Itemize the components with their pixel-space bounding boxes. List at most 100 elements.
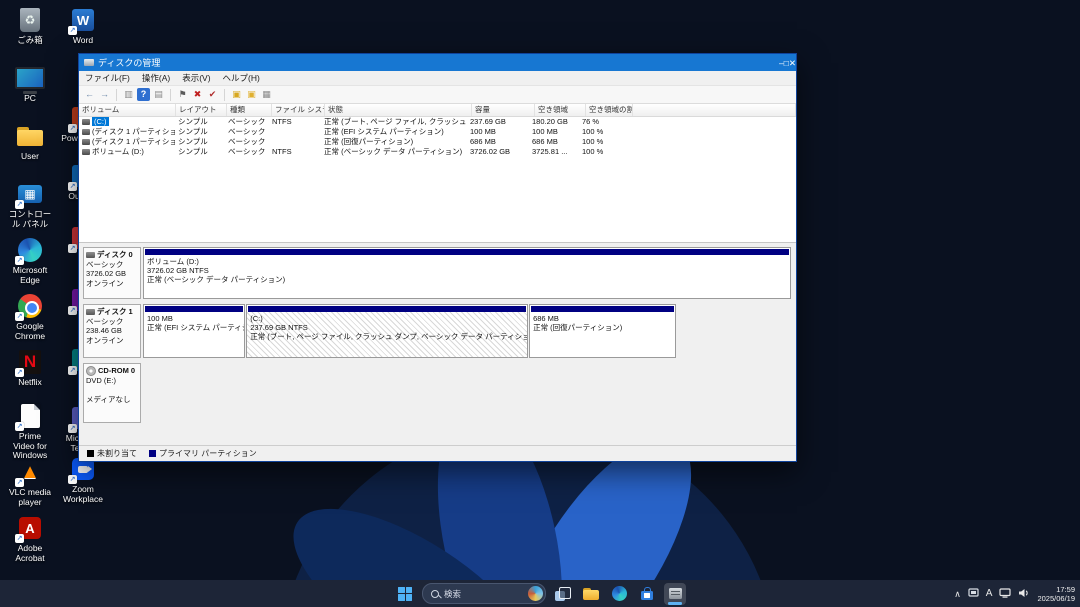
volume-row[interactable]: ボリューム (D:)シンプルベーシックNTFS正常 (ベーシック データ パーテ… — [79, 147, 796, 157]
properties-check-icon[interactable]: ✔ — [206, 88, 219, 101]
desktop-icon-label: PC — [7, 94, 53, 104]
edge-taskbar-button[interactable] — [608, 583, 630, 605]
partition-block[interactable]: 100 MB正常 (EFI システム パーティション) — [143, 304, 245, 358]
open-folder-icon[interactable]: ▣ — [245, 88, 258, 101]
legend-color-swatch — [149, 450, 156, 457]
disk-management-app-icon — [84, 59, 94, 66]
desktop-icon-vlc-media-player[interactable]: ▲↗VLC media player — [7, 458, 53, 507]
volume-name: (C:) — [92, 117, 109, 126]
file-explorer-button[interactable] — [580, 583, 602, 605]
volume-name: ボリューム (D:) — [92, 147, 144, 156]
column-header-3[interactable]: ファイル システム — [272, 104, 325, 116]
shortcut-arrow-badge: ↗ — [68, 424, 77, 433]
volume-cell: 100 % — [579, 127, 625, 137]
volume-cell: ベーシック — [225, 147, 269, 157]
folder-icon[interactable]: ▣ — [230, 88, 243, 101]
network-icon[interactable] — [999, 588, 1011, 600]
toolbar: ←→▥?▤⚑✖✔▣▣▦ — [79, 86, 796, 104]
forward-icon[interactable]: → — [98, 88, 111, 101]
clock[interactable]: 17:59 2025/06/19 — [1037, 585, 1075, 603]
menu-item-1[interactable]: 操作(A) — [136, 72, 176, 84]
microsoft-store-button[interactable] — [636, 583, 658, 605]
volume-cell: 686 MB — [467, 137, 529, 147]
desktop-icon--[interactable]: ▦↗コントロール パネル — [7, 180, 53, 229]
clock-time: 17:59 — [1037, 585, 1075, 594]
disk-name: ディスク 0 — [86, 250, 138, 260]
disk-detail-line: メディアなし — [86, 395, 138, 405]
column-header-1[interactable]: レイアウト — [176, 104, 227, 116]
task-view-button[interactable] — [552, 583, 574, 605]
delete-icon[interactable]: ✖ — [191, 88, 204, 101]
search-label: 検索 — [444, 588, 523, 600]
tray-app-icon[interactable] — [968, 588, 979, 599]
column-header-5[interactable]: 容量 — [472, 104, 535, 116]
desktop-icon-prime-video-for-windows[interactable]: ↗Prime Video for Windows — [7, 402, 53, 461]
partition-block[interactable]: (C:)237.69 GB NTFS正常 (ブート, ページ ファイル, クラッ… — [246, 304, 528, 358]
task-view-icon — [555, 587, 571, 601]
start-button[interactable] — [394, 583, 416, 605]
column-header-2[interactable]: 種類 — [227, 104, 272, 116]
volume-icon[interactable] — [1018, 588, 1030, 600]
disk-label-panel[interactable]: CD-ROM 0DVD (E:)メディアなし — [83, 363, 141, 423]
disk-label-panel[interactable]: ディスク 1ベーシック238.46 GBオンライン — [83, 304, 141, 358]
menu-item-2[interactable]: 表示(V) — [176, 72, 216, 84]
vlc-icon: ▲↗ — [15, 458, 45, 486]
volume-table-header: ボリュームレイアウト種類ファイル システム状態容量空き領域空き領域の割... — [79, 104, 796, 117]
volume-cell: シンプル — [175, 117, 225, 127]
volume-cell: 正常 (ベーシック データ パーティション) — [321, 147, 467, 157]
partition-area: ボリューム (D:)3726.02 GB NTFS正常 (ベーシック データ パ… — [143, 247, 794, 299]
desktop-icon-user[interactable]: User — [7, 122, 53, 162]
partition-block[interactable]: 686 MB正常 (回復パーティション) — [529, 304, 676, 358]
desktop-icon-google-chrome[interactable]: ↗Google Chrome — [7, 292, 53, 341]
desktop-icon-netflix[interactable]: N↗Netflix — [7, 348, 53, 388]
volume-cell: (ディスク 1 パーティション 1) — [79, 127, 175, 137]
hidden-icons-chevron[interactable]: ∧ — [954, 589, 961, 599]
disk-detail-line: オンライン — [86, 336, 138, 346]
volume-cell: シンプル — [175, 127, 225, 137]
help-icon[interactable]: ? — [137, 88, 150, 101]
desktop-icon-word[interactable]: W↗Word — [60, 6, 106, 46]
column-header-6[interactable]: 空き領域 — [535, 104, 586, 116]
column-header-4[interactable]: 状態 — [325, 104, 472, 116]
legend-item-1: プライマリ パーティション — [149, 448, 257, 459]
volume-cell: 100 MB — [467, 127, 529, 137]
close-button[interactable]: ✕ — [789, 58, 796, 68]
disk-drive-icon — [86, 252, 95, 258]
menu-item-0[interactable]: ファイル(F) — [79, 72, 136, 84]
back-icon[interactable]: ← — [83, 88, 96, 101]
partition-text-line: 正常 (ブート, ページ ファイル, クラッシュ ダンプ, ベーシック データ … — [250, 332, 524, 341]
volume-cell: NTFS — [269, 117, 321, 127]
flag-icon[interactable]: ⚑ — [176, 88, 189, 101]
window-controls: –□✕ — [779, 55, 796, 71]
shortcut-arrow-badge: ↗ — [68, 182, 77, 191]
title-bar[interactable]: ディスクの管理 –□✕ — [79, 54, 796, 71]
volume-row[interactable]: (C:)シンプルベーシックNTFS正常 (ブート, ページ ファイル, クラッシ… — [79, 117, 796, 127]
disk-label-panel[interactable]: ディスク 0ベーシック3726.02 GBオンライン — [83, 247, 141, 299]
list-view-icon[interactable]: ▦ — [260, 88, 273, 101]
volume-cell: 686 MB — [529, 137, 579, 147]
window-view-icon[interactable]: ▥ — [122, 88, 135, 101]
partition-text-line: 237.69 GB NTFS — [250, 323, 524, 332]
desktop-icon--[interactable]: ♻ごみ箱 — [7, 6, 53, 46]
desktop-icon-zoom-workplace[interactable]: ↗Zoom Workplace — [60, 455, 106, 504]
partition-block[interactable]: ボリューム (D:)3726.02 GB NTFS正常 (ベーシック データ パ… — [143, 247, 791, 299]
search-box[interactable]: 検索 — [422, 583, 546, 604]
control-panel-icon: ▦↗ — [15, 180, 45, 208]
shortcut-arrow-badge: ↗ — [15, 256, 24, 265]
menu-item-3[interactable]: ヘルプ(H) — [217, 72, 266, 84]
volume-cell — [269, 137, 321, 147]
column-header-0[interactable]: ボリューム — [79, 104, 176, 116]
volume-drive-icon — [82, 119, 90, 125]
shortcut-arrow-badge: ↗ — [15, 312, 24, 321]
desktop-icon-adobe-acrobat[interactable]: A↗Adobe Acrobat — [7, 514, 53, 563]
disk-management-taskbar-button[interactable] — [664, 583, 686, 605]
desktop-icon-microsoft-edge[interactable]: ↗Microsoft Edge — [7, 236, 53, 285]
disk-management-icon — [669, 588, 682, 599]
shortcut-arrow-badge: ↗ — [15, 478, 24, 487]
volume-row[interactable]: (ディスク 1 パーティション 4)シンプルベーシック正常 (回復パーティション… — [79, 137, 796, 147]
desktop-icon-pc[interactable]: PC — [7, 64, 53, 104]
details-view-icon[interactable]: ▤ — [152, 88, 165, 101]
volume-row[interactable]: (ディスク 1 パーティション 1)シンプルベーシック正常 (EFI システム … — [79, 127, 796, 137]
ime-indicator[interactable]: A — [986, 589, 993, 599]
column-header-7[interactable]: 空き領域の割... — [586, 104, 633, 116]
